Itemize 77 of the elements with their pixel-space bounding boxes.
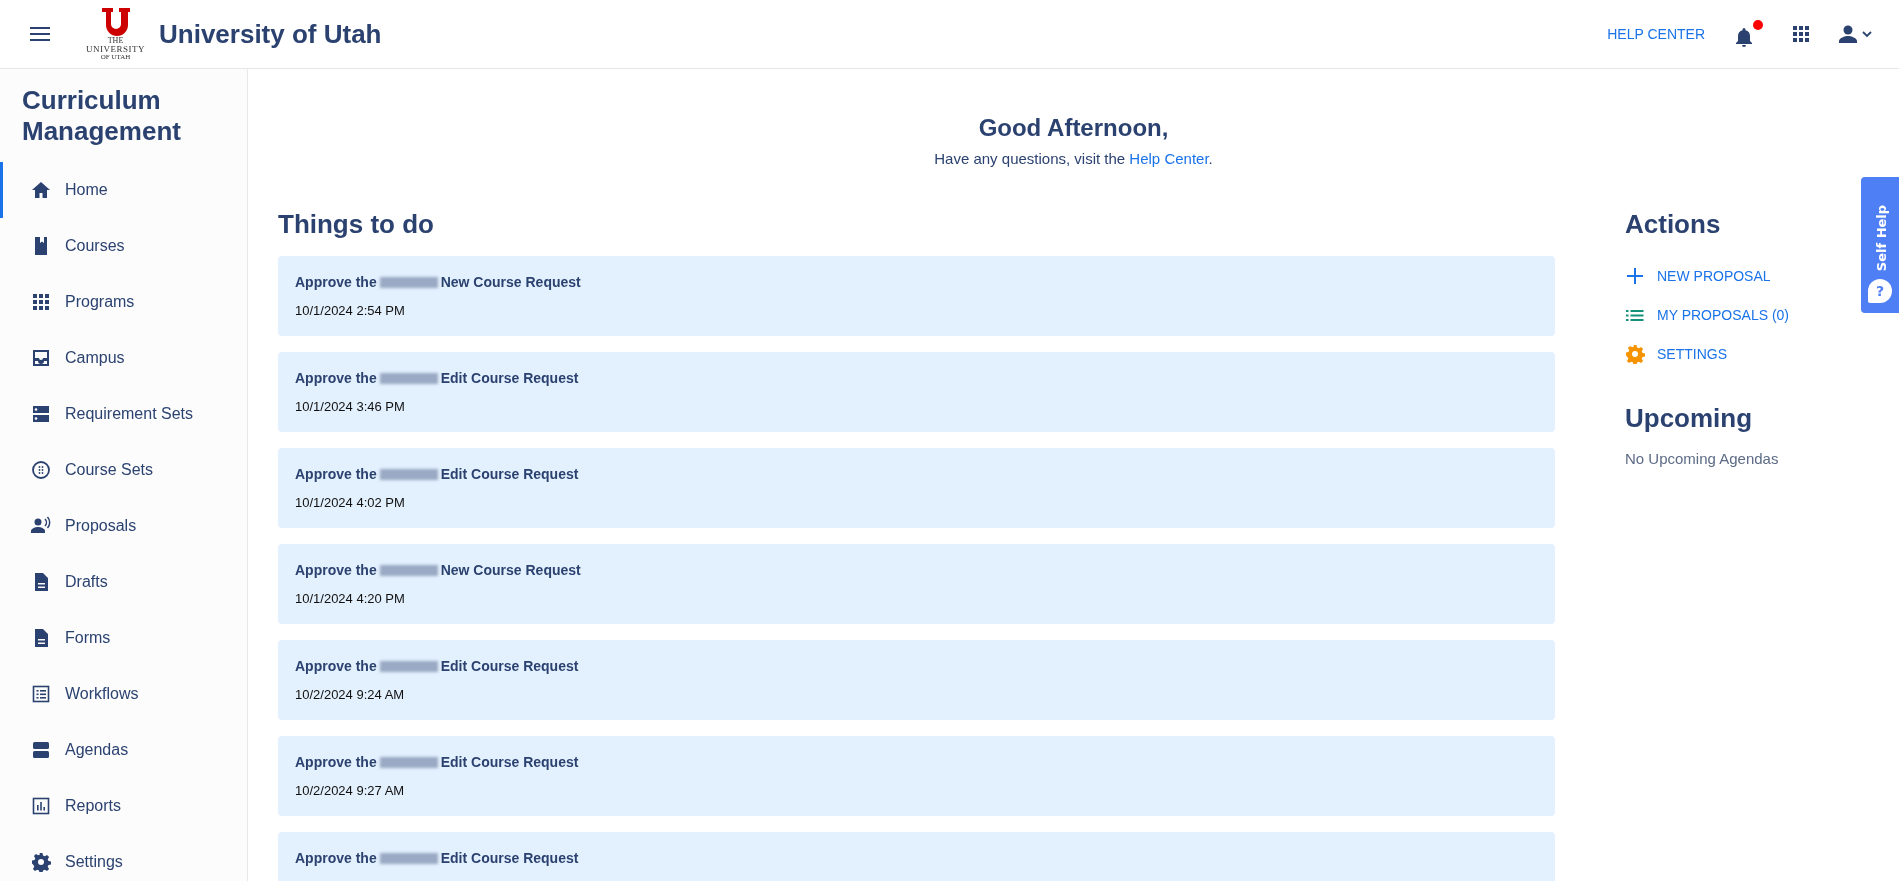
help-center-link[interactable]: HELP CENTER (1607, 26, 1705, 42)
section-title: Upcoming (1625, 403, 1754, 434)
task-date: 10/2/2024 9:24 AM (295, 687, 406, 702)
task-title-text: New Course Request (440, 562, 581, 578)
stack-icon (31, 740, 51, 761)
task-date: 10/1/2024 4:20 PM (295, 591, 406, 606)
sidebar-item[interactable]: Settings (0, 834, 247, 881)
task-card[interactable]: Approve the New Course Request 10/1/2024 4:20 PM (278, 544, 1555, 624)
action-link[interactable]: SETTINGS (1625, 334, 1789, 373)
sidebar-title: Curriculum Management (21, 85, 182, 148)
redacted-text (379, 660, 438, 672)
redacted-text (379, 756, 438, 768)
task-card[interactable]: Approve the Edit Course Request 10/2/2024 9:24 AM (278, 640, 1555, 720)
task-title-text: Edit Course Request (440, 466, 579, 482)
task-title-text: Approve the (295, 658, 377, 674)
redacted-text (379, 372, 438, 384)
sidebar-item[interactable]: Forms (0, 610, 247, 667)
sidebar-item[interactable]: Reports (0, 778, 247, 835)
task-title-text: Approve the (295, 274, 377, 290)
task-title-text: Approve the (295, 466, 377, 482)
task-title-text: Edit Course Request (440, 754, 579, 770)
task-title-text: Approve the (295, 850, 377, 866)
task-date: 10/1/2024 4:02 PM (295, 495, 406, 510)
settings-icon (31, 852, 51, 873)
sidebar-item[interactable]: Programs (0, 274, 247, 331)
section-title: Actions (1625, 209, 1722, 240)
organization-name: University of Utah (159, 18, 382, 50)
empty-state-text: No Upcoming Agendas (1625, 450, 1780, 467)
grid-icon (31, 292, 51, 313)
task-card[interactable]: Approve the Edit Course Request 10/2/2024 9:27 AM (278, 736, 1555, 816)
storage-icon (31, 404, 51, 425)
task-title-text: Edit Course Request (440, 850, 579, 866)
task-card[interactable]: Approve the Edit Course Request 10/1/2024 3:46 PM (278, 352, 1555, 432)
task-title-text: New Course Request (440, 274, 581, 290)
task-card[interactable]: Approve the Edit Course Request (278, 832, 1555, 881)
redacted-text (379, 276, 438, 288)
help-prompt-text: Have any questions, visit the Help Center. (933, 150, 1214, 167)
chart-icon (31, 796, 51, 817)
sidebar-item[interactable]: Campus (0, 330, 247, 387)
notifications-icon[interactable] (1735, 20, 1763, 48)
task-card[interactable]: Approve the Edit Course Request 10/1/2024 4:02 PM (278, 448, 1555, 528)
plus-icon (1625, 266, 1645, 285)
dots-icon (31, 460, 51, 481)
section-title: Things to do (278, 209, 435, 240)
sidebar-item[interactable]: Agendas (0, 722, 247, 779)
user-menu-icon[interactable] (1839, 25, 1875, 43)
task-title-text: Approve the (295, 370, 377, 386)
task-card[interactable]: Approve the New Course Request 10/1/2024 2:54 PM (278, 256, 1555, 336)
sidebar-item[interactable]: Drafts (0, 554, 247, 611)
self-help-tab[interactable]: Self Help ? (1861, 177, 1899, 313)
sidebar-item[interactable]: Proposals (0, 498, 247, 555)
settings-icon (1625, 343, 1645, 364)
redacted-text (379, 564, 438, 576)
task-title-text: Edit Course Request (440, 658, 579, 674)
sidebar-item[interactable]: Course Sets (0, 442, 247, 499)
redacted-text (379, 468, 438, 480)
task-title-text: Edit Course Request (440, 370, 579, 386)
task-date: 10/2/2024 9:27 AM (295, 783, 406, 798)
sidebar-item[interactable]: Courses (0, 218, 247, 275)
action-link[interactable]: MY PROPOSALS (0) (1625, 295, 1789, 334)
sidebar-item[interactable]: Workflows (0, 666, 247, 723)
sidebar-item[interactable]: Home (0, 162, 247, 219)
task-date: 10/1/2024 2:54 PM (295, 303, 406, 318)
help-center-link[interactable]: Help Center (1129, 150, 1209, 167)
greeting-title: Good Afternoon, (977, 114, 1170, 142)
apps-grid-icon[interactable] (1793, 26, 1809, 42)
list-icon (31, 684, 51, 705)
redacted-text (379, 852, 438, 864)
sidebar-item[interactable]: Requirement Sets (0, 386, 247, 443)
menu-icon[interactable] (30, 26, 52, 42)
task-title-text: Approve the (295, 562, 377, 578)
action-link[interactable]: NEW PROPOSAL (1625, 256, 1789, 295)
task-title-text: Approve the (295, 754, 377, 770)
inbox-icon (31, 348, 51, 369)
home-icon (31, 180, 51, 201)
task-date: 10/1/2024 3:46 PM (295, 399, 406, 414)
help-bubble-icon: ? (1868, 279, 1892, 303)
